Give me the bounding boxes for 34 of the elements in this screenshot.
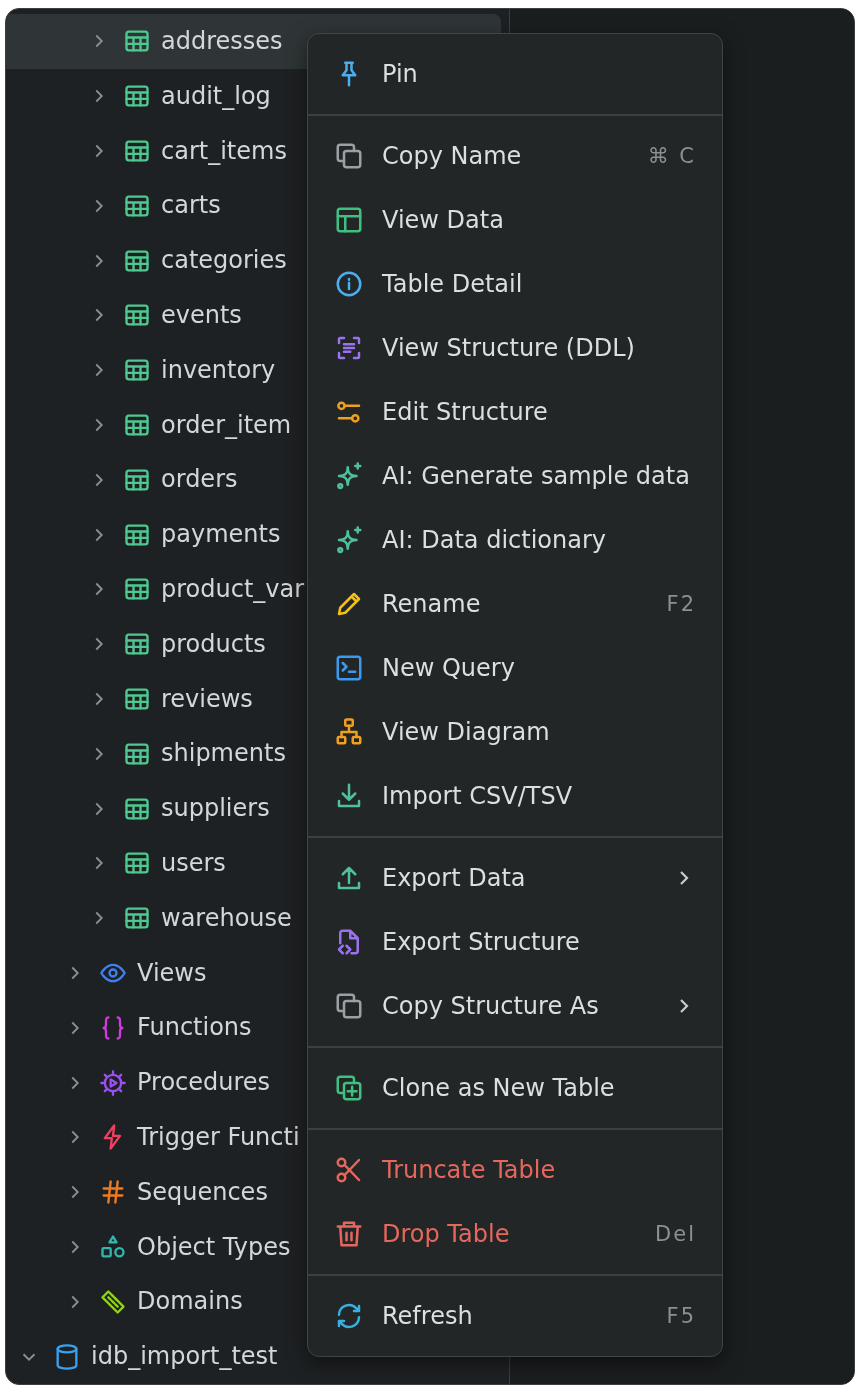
- ruler-icon: [99, 1287, 127, 1316]
- copy-icon: [334, 991, 364, 1021]
- menu-item[interactable]: View Diagram: [308, 700, 722, 764]
- menu-item[interactable]: Drop Table Del: [308, 1202, 722, 1266]
- info-icon: [334, 269, 364, 299]
- shortcut-label: F2: [666, 592, 696, 616]
- shortcut-label: ⌘ C: [647, 144, 696, 168]
- menu-item[interactable]: Copy Name ⌘ C: [308, 124, 722, 188]
- copy-icon: [334, 141, 364, 171]
- shapes-icon: [99, 1232, 127, 1261]
- copy-plus-icon: [334, 1073, 364, 1103]
- hierarchy-icon: [334, 717, 364, 747]
- sparkle-icon: [334, 461, 364, 491]
- sparkle-icon: [334, 525, 364, 555]
- table-icon: [334, 205, 364, 235]
- menu-item[interactable]: Export Structure: [308, 910, 722, 974]
- menu-item[interactable]: Edit Structure: [308, 380, 722, 444]
- menu-item[interactable]: Table Detail: [308, 252, 722, 316]
- menu-item[interactable]: View Structure (DDL): [308, 316, 722, 380]
- menu-item[interactable]: AI: Data dictionary: [308, 508, 722, 572]
- menu-item[interactable]: Clone as New Table: [308, 1056, 722, 1120]
- terminal-icon: [334, 653, 364, 683]
- shortcut-label: F5: [666, 1304, 696, 1328]
- menu-item[interactable]: New Query: [308, 636, 722, 700]
- menu-item[interactable]: Truncate Table: [308, 1138, 722, 1202]
- menu-item[interactable]: Import CSV/TSV: [308, 764, 722, 828]
- shortcut-label: Del: [655, 1222, 696, 1246]
- menu-item[interactable]: Copy Structure As: [308, 974, 722, 1038]
- trash-icon: [334, 1219, 364, 1249]
- menu-item[interactable]: AI: Generate sample data: [308, 444, 722, 508]
- gear-icon: [99, 1068, 127, 1097]
- menu-item[interactable]: View Data: [308, 188, 722, 252]
- menu-item[interactable]: Export Data: [308, 846, 722, 910]
- menu-item[interactable]: Rename F2: [308, 572, 722, 636]
